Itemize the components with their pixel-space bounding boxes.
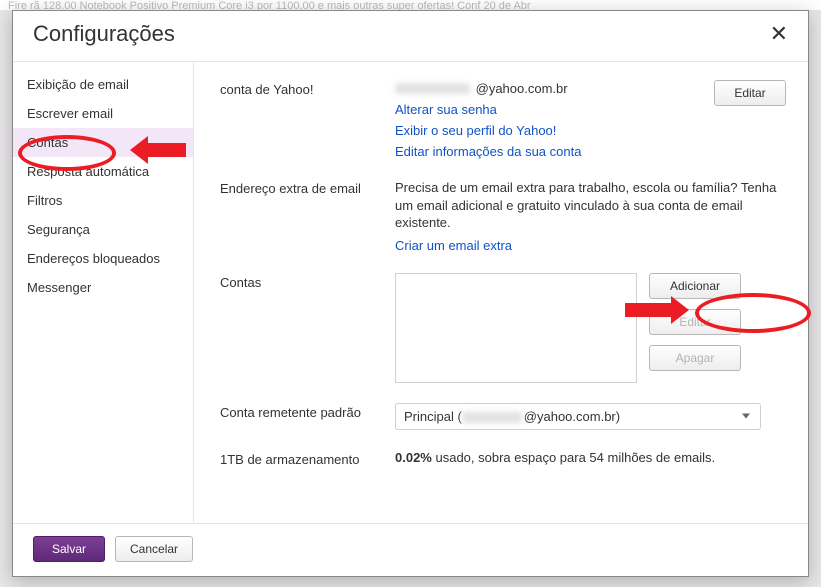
default-sender-suffix: @yahoo.com.br) [524,409,620,424]
sidebar-item-blocked[interactable]: Endereços bloqueados [13,244,193,273]
default-sender-label: Conta remetente padrão [220,403,395,420]
row-extra-email: Endereço extra de email Precisa de um em… [220,179,786,253]
accounts-list-label: Contas [220,273,395,290]
settings-content: conta de Yahoo! @yahoo.com.br Alterar su… [194,62,808,523]
default-sender-prefix: Principal ( [404,409,462,424]
add-account-button[interactable]: Adicionar [649,273,741,299]
yahoo-account-label: conta de Yahoo! [220,80,395,97]
close-icon[interactable]: ✕ [770,21,788,47]
settings-modal: Configurações ✕ Exibição de email Escrev… [12,10,809,577]
settings-sidebar: Exibição de email Escrever email Contas … [13,62,194,523]
link-show-profile[interactable]: Exibir o seu perfil do Yahoo! [395,123,702,138]
sidebar-item-email-display[interactable]: Exibição de email [13,70,193,99]
modal-footer: Salvar Cancelar [13,523,808,576]
sidebar-item-compose[interactable]: Escrever email [13,99,193,128]
row-accounts-list: Contas Adicionar Editar Apagar [220,273,786,383]
extra-email-desc: Precisa de um email extra para trabalho,… [395,179,786,232]
account-email-local-blurred [395,83,470,94]
sidebar-item-security[interactable]: Segurança [13,215,193,244]
accounts-listbox[interactable] [395,273,637,383]
background-app-strip: Fire rã 128.00 Notebook Positivo Premium… [0,0,821,10]
save-button[interactable]: Salvar [33,536,105,562]
sidebar-item-filters[interactable]: Filtros [13,186,193,215]
edit-account-list-button: Editar [649,309,741,335]
sidebar-item-messenger[interactable]: Messenger [13,273,193,302]
link-edit-account-info[interactable]: Editar informações da sua conta [395,144,702,159]
storage-pct: 0.02% [395,450,432,465]
storage-label: 1TB de armazenamento [220,450,395,467]
modal-title: Configurações [33,21,175,47]
sidebar-item-auto-reply[interactable]: Resposta automática [13,157,193,186]
link-change-password[interactable]: Alterar sua senha [395,102,702,117]
default-sender-email-blurred [462,412,522,423]
extra-email-label: Endereço extra de email [220,179,395,196]
link-create-extra-email[interactable]: Criar um email extra [395,238,512,253]
edit-account-button[interactable]: Editar [714,80,786,106]
default-sender-select[interactable]: Principal ( @yahoo.com.br) [395,403,761,430]
row-storage: 1TB de armazenamento 0.02% usado, sobra … [220,450,786,467]
sidebar-item-accounts[interactable]: Contas [13,128,193,157]
cancel-button[interactable]: Cancelar [115,536,193,562]
modal-body: Exibição de email Escrever email Contas … [13,61,808,523]
row-yahoo-account: conta de Yahoo! @yahoo.com.br Alterar su… [220,80,786,159]
account-email-domain: @yahoo.com.br [476,81,568,96]
delete-account-button: Apagar [649,345,741,371]
storage-text: usado, sobra espaço para 54 milhões de e… [432,450,715,465]
row-default-sender: Conta remetente padrão Principal ( @yahoo… [220,403,786,430]
modal-header: Configurações ✕ [13,11,808,61]
